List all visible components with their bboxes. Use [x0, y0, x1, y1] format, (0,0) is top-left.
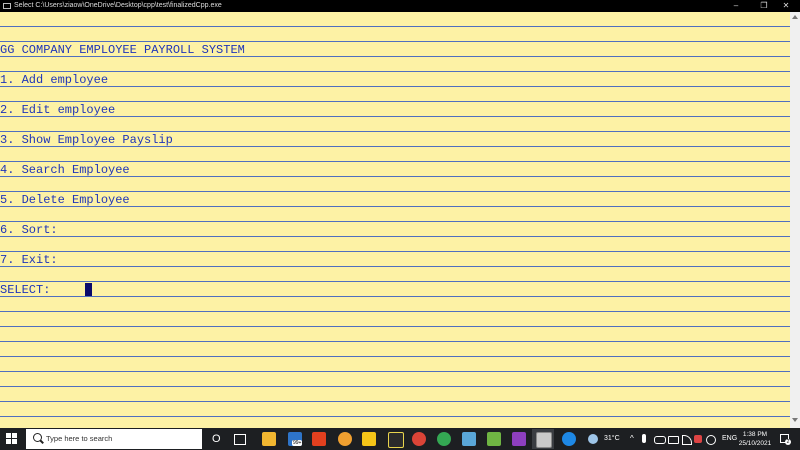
console-app-icon: [3, 3, 11, 9]
menu-item-search-employee: 4. Search Employee: [0, 163, 130, 177]
app-icon[interactable]: [487, 432, 501, 446]
system-clock[interactable]: 1:38 PM 25/10/2021: [736, 430, 774, 448]
chrome-icon[interactable]: [412, 432, 426, 446]
ruled-line: [0, 26, 790, 27]
ruled-line: [0, 101, 790, 102]
microphone-icon[interactable]: [642, 434, 646, 443]
text-cursor[interactable]: [85, 283, 92, 296]
ruled-line: [0, 296, 790, 297]
ruled-line: [0, 326, 790, 327]
ruled-line: [0, 221, 790, 222]
menu-item-edit-employee: 2. Edit employee: [0, 103, 116, 117]
console-area[interactable]: GG COMPANY EMPLOYEE PAYROLL SYSTEM 1. Ad…: [0, 12, 790, 428]
menu-item-delete-employee: 5. Delete Employee: [0, 193, 130, 207]
windows-logo-pane: [12, 439, 17, 444]
vertical-scrollbar[interactable]: [790, 12, 800, 428]
code-editor-icon[interactable]: [388, 432, 404, 448]
mail-badge: 99+: [292, 440, 303, 446]
chrome-profile-icon[interactable]: [437, 432, 451, 446]
ruled-line: [0, 371, 790, 372]
ruled-line: [0, 266, 790, 267]
ruled-line: [0, 71, 790, 72]
help-icon[interactable]: [562, 432, 576, 446]
ruled-line: [0, 236, 790, 237]
ruled-line: [0, 86, 790, 87]
task-view-icon[interactable]: [234, 434, 246, 445]
ruled-line: [0, 161, 790, 162]
clock-date: 25/10/2021: [738, 440, 772, 447]
ruled-line: [0, 386, 790, 387]
ruled-line: [0, 311, 790, 312]
notification-count: 2: [785, 439, 791, 445]
start-button[interactable]: [6, 433, 18, 445]
taskbar-search-box[interactable]: Type here to search: [26, 429, 202, 449]
sticky-notes-icon[interactable]: [362, 432, 376, 446]
program-heading: GG COMPANY EMPLOYEE PAYROLL SYSTEM: [0, 43, 245, 57]
ruled-line: [0, 401, 790, 402]
ruled-line: [0, 416, 790, 417]
ruled-line: [0, 356, 790, 357]
office-icon[interactable]: [312, 432, 326, 446]
window-titlebar[interactable]: Select C:\Users\ziaow\OneDrive\Desktop\c…: [0, 0, 800, 12]
console-task-icon[interactable]: [536, 432, 552, 448]
ruled-line: [0, 41, 790, 42]
volume-icon[interactable]: [682, 435, 692, 445]
menu-item-add-employee: 1. Add employee: [0, 73, 109, 87]
app-icon[interactable]: [462, 432, 476, 446]
ruled-line: [0, 191, 790, 192]
ruled-line: [0, 251, 790, 252]
menu-item-exit: 7. Exit:: [0, 253, 58, 267]
menu-item-show-payslip: 3. Show Employee Payslip: [0, 133, 173, 147]
scroll-up-arrow-icon[interactable]: [792, 15, 798, 19]
language-indicator[interactable]: ENG: [722, 428, 737, 450]
battery-icon[interactable]: [668, 436, 679, 444]
browser-icon[interactable]: [338, 432, 352, 446]
weather-icon[interactable]: [588, 434, 598, 444]
windows-logo-pane: [6, 439, 11, 444]
network-icon[interactable]: [706, 435, 716, 445]
ruled-line: [0, 116, 790, 117]
ruled-line: [0, 341, 790, 342]
search-icon: [33, 433, 42, 442]
taskbar: Type here to search O 99+ 31°C ^ ENG 1:3…: [0, 428, 800, 450]
visual-studio-icon[interactable]: [512, 432, 526, 446]
minimize-button[interactable]: –: [722, 0, 750, 12]
onedrive-icon[interactable]: [654, 436, 666, 444]
windows-logo-icon: [6, 433, 11, 438]
ruled-line: [0, 131, 790, 132]
close-button[interactable]: ✕: [772, 0, 800, 12]
menu-item-sort: 6. Sort:: [0, 223, 58, 237]
scroll-down-arrow-icon[interactable]: [792, 418, 798, 422]
ruled-line: [0, 281, 790, 282]
file-explorer-icon[interactable]: [262, 432, 276, 446]
window-title: Select C:\Users\ziaow\OneDrive\Desktop\c…: [14, 2, 222, 9]
windows-logo-pane: [12, 433, 17, 438]
tray-app-icon[interactable]: [694, 435, 702, 443]
search-placeholder: Type here to search: [46, 434, 113, 443]
clock-time: 1:38 PM: [742, 431, 768, 438]
cortana-icon[interactable]: O: [212, 428, 221, 450]
select-prompt: SELECT:: [0, 283, 51, 297]
chevron-up-icon[interactable]: ^: [630, 428, 634, 450]
weather-temperature[interactable]: 31°C: [604, 428, 620, 450]
